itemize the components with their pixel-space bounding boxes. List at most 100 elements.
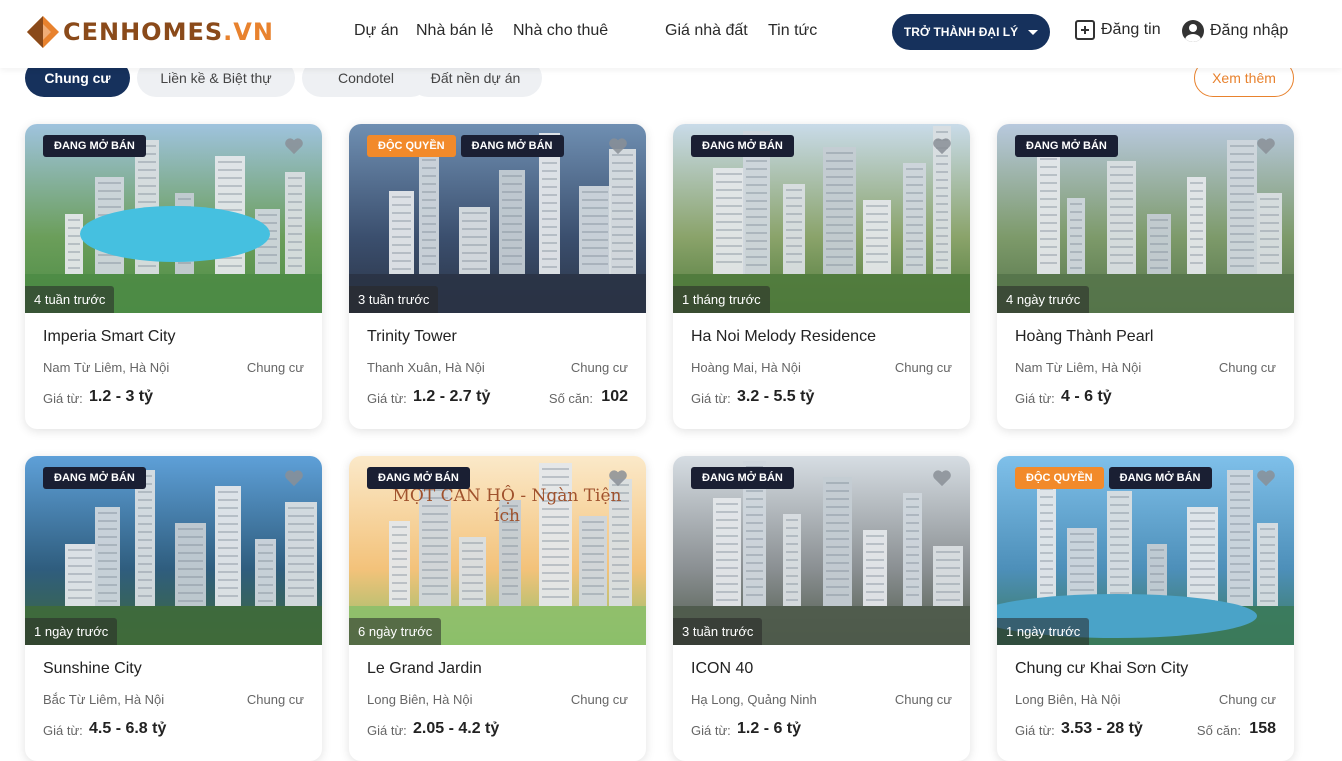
price-label: Giá từ:: [43, 391, 83, 406]
exclusive-badge: ĐỘC QUYỀN: [1015, 467, 1104, 489]
unit-count-label: Số căn:: [548, 391, 593, 406]
become-agent-button[interactable]: TRỞ THÀNH ĐẠI LÝ: [892, 14, 1050, 50]
post-listing-button[interactable]: Đăng tin: [1075, 20, 1161, 40]
posted-time: 4 tuần trước: [25, 286, 115, 313]
project-type: Chung cư: [570, 692, 628, 707]
status-badge: ĐANG MỞ BÁN: [1108, 467, 1212, 489]
project-title[interactable]: Hoàng Thành Pearl: [1015, 328, 1153, 346]
project-card[interactable]: ĐANG MỞ BÁN 3 tuần trước ICON 40 Hạ Long…: [673, 456, 970, 761]
login-label: Đăng nhập: [1210, 22, 1289, 39]
exclusive-badge: ĐỘC QUYỀN: [367, 135, 456, 157]
status-badge: ĐANG MỞ BÁN: [43, 135, 146, 157]
project-type: Chung cư: [1218, 360, 1276, 375]
project-type: Chung cư: [246, 692, 304, 707]
project-title[interactable]: Ha Noi Melody Residence: [691, 328, 876, 346]
project-title[interactable]: Imperia Smart City: [43, 328, 175, 346]
post-listing-label: Đăng tin: [1101, 21, 1161, 38]
project-type: Chung cư: [1218, 692, 1276, 707]
heart-icon[interactable]: [608, 137, 628, 155]
posted-time: 3 tuần trước: [349, 286, 439, 313]
posted-time: 6 ngày trước: [349, 618, 442, 645]
status-badge: ĐANG MỞ BÁN: [691, 467, 794, 489]
posted-time: 1 tháng trước: [673, 286, 770, 313]
price-value: 1.2 - 2.7 tỷ: [413, 388, 491, 405]
project-title[interactable]: Chung cư Khai Sơn City: [1015, 660, 1188, 678]
badge-group: ĐỘC QUYỀN ĐANG MỞ BÁN: [1015, 467, 1212, 489]
posted-time: 1 ngày trước: [997, 618, 1090, 645]
project-location: Bắc Từ Liêm, Hà Nội: [43, 692, 165, 707]
price-label: Giá từ:: [1015, 723, 1055, 738]
project-location: Hạ Long, Quảng Ninh: [691, 692, 817, 707]
project-location: Nam Từ Liêm, Hà Nội: [1015, 360, 1142, 375]
project-title[interactable]: Trinity Tower: [367, 328, 457, 346]
status-badge: ĐANG MỞ BÁN: [1015, 135, 1118, 157]
posted-time: 1 ngày trước: [25, 618, 118, 645]
project-title[interactable]: ICON 40: [691, 660, 753, 678]
project-card[interactable]: MỘT CĂN HỘ - Ngàn Tiện ích ĐANG MỞ BÁN 6…: [349, 456, 646, 761]
project-location: Nam Từ Liêm, Hà Nội: [43, 360, 170, 375]
posted-time: 4 ngày trước: [997, 286, 1090, 313]
unit-count-value: 158: [1249, 720, 1276, 737]
become-agent-label: TRỞ THÀNH ĐẠI LÝ: [903, 25, 1019, 39]
status-badge: ĐANG MỞ BÁN: [460, 135, 564, 157]
logo-mark-icon: [27, 16, 59, 48]
plus-box-icon: [1075, 20, 1095, 40]
price-label: Giá từ:: [367, 723, 407, 738]
project-location: Thanh Xuân, Hà Nội: [367, 360, 485, 375]
badge-group: ĐANG MỞ BÁN: [43, 467, 146, 489]
heart-icon[interactable]: [1256, 137, 1276, 155]
status-badge: ĐANG MỞ BÁN: [43, 467, 146, 489]
nav-nha-ban-le[interactable]: Nhà bán lẻ: [416, 22, 493, 40]
project-title[interactable]: Le Grand Jardin: [367, 660, 482, 678]
nav-gia-nha-dat[interactable]: Giá nhà đất: [665, 22, 748, 40]
site-header: CENHOMES.VN Dự án Nhà bán lẻ Nhà cho thu…: [0, 0, 1342, 68]
heart-icon[interactable]: [932, 137, 952, 155]
promo-image-text: MỘT CĂN HỘ - Ngàn Tiện ích: [392, 486, 622, 526]
price-value: 3.2 - 5.5 tỷ: [737, 388, 815, 405]
nav-tin-tuc[interactable]: Tin tức: [768, 22, 817, 40]
project-card[interactable]: ĐANG MỞ BÁN 1 tháng trước Ha Noi Melody …: [673, 124, 970, 429]
heart-icon[interactable]: [284, 137, 304, 155]
project-type: Chung cư: [894, 360, 952, 375]
status-badge: ĐANG MỞ BÁN: [367, 467, 470, 489]
heart-icon[interactable]: [932, 469, 952, 487]
heart-icon[interactable]: [284, 469, 304, 487]
logo-text: CENHOMES.VN: [63, 18, 274, 46]
price-label: Giá từ:: [367, 391, 407, 406]
price-value: 4.5 - 6.8 tỷ: [89, 720, 167, 737]
project-card[interactable]: ĐANG MỞ BÁN 4 ngày trước Hoàng Thành Pea…: [997, 124, 1294, 429]
login-button[interactable]: Đăng nhập: [1182, 20, 1288, 42]
chevron-down-icon: [1028, 29, 1039, 35]
posted-time: 3 tuần trước: [673, 618, 763, 645]
price-label: Giá từ:: [691, 723, 731, 738]
price-label: Giá từ:: [691, 391, 731, 406]
nav-du-an[interactable]: Dự án: [354, 22, 399, 40]
price-value: 1.2 - 3 tỷ: [89, 388, 154, 405]
price-value: 2.05 - 4.2 tỷ: [413, 720, 500, 737]
price-label: Giá từ:: [1015, 391, 1055, 406]
badge-group: ĐANG MỞ BÁN: [691, 467, 794, 489]
project-card[interactable]: ĐỘC QUYỀN ĐANG MỞ BÁN 1 ngày trước Chung…: [997, 456, 1294, 761]
heart-icon[interactable]: [608, 469, 628, 487]
badge-group: ĐANG MỞ BÁN: [1015, 135, 1118, 157]
badge-group: ĐANG MỞ BÁN: [43, 135, 146, 157]
nav-nha-cho-thue[interactable]: Nhà cho thuê: [513, 22, 608, 40]
badge-group: ĐANG MỞ BÁN: [367, 467, 470, 489]
badge-group: ĐANG MỞ BÁN: [691, 135, 794, 157]
price-value: 3.53 - 28 tỷ: [1061, 720, 1143, 737]
unit-count-label: Số căn:: [1196, 723, 1241, 738]
account-circle-icon: [1182, 20, 1204, 42]
project-card[interactable]: ĐANG MỞ BÁN 4 tuần trước Imperia Smart C…: [25, 124, 322, 429]
site-logo[interactable]: CENHOMES.VN: [25, 14, 274, 50]
heart-icon[interactable]: [1256, 469, 1276, 487]
project-type: Chung cư: [570, 360, 628, 375]
project-title[interactable]: Sunshine City: [43, 660, 142, 678]
project-location: Long Biên, Hà Nội: [367, 692, 473, 707]
price-value: 4 - 6 tỷ: [1061, 388, 1112, 405]
project-card[interactable]: ĐỘC QUYỀN ĐANG MỞ BÁN 3 tuần trước Trini…: [349, 124, 646, 429]
status-badge: ĐANG MỞ BÁN: [691, 135, 794, 157]
unit-count-value: 102: [601, 388, 628, 405]
project-card[interactable]: ĐANG MỞ BÁN 1 ngày trước Sunshine City B…: [25, 456, 322, 761]
badge-group: ĐỘC QUYỀN ĐANG MỞ BÁN: [367, 135, 564, 157]
price-label: Giá từ:: [43, 723, 83, 738]
